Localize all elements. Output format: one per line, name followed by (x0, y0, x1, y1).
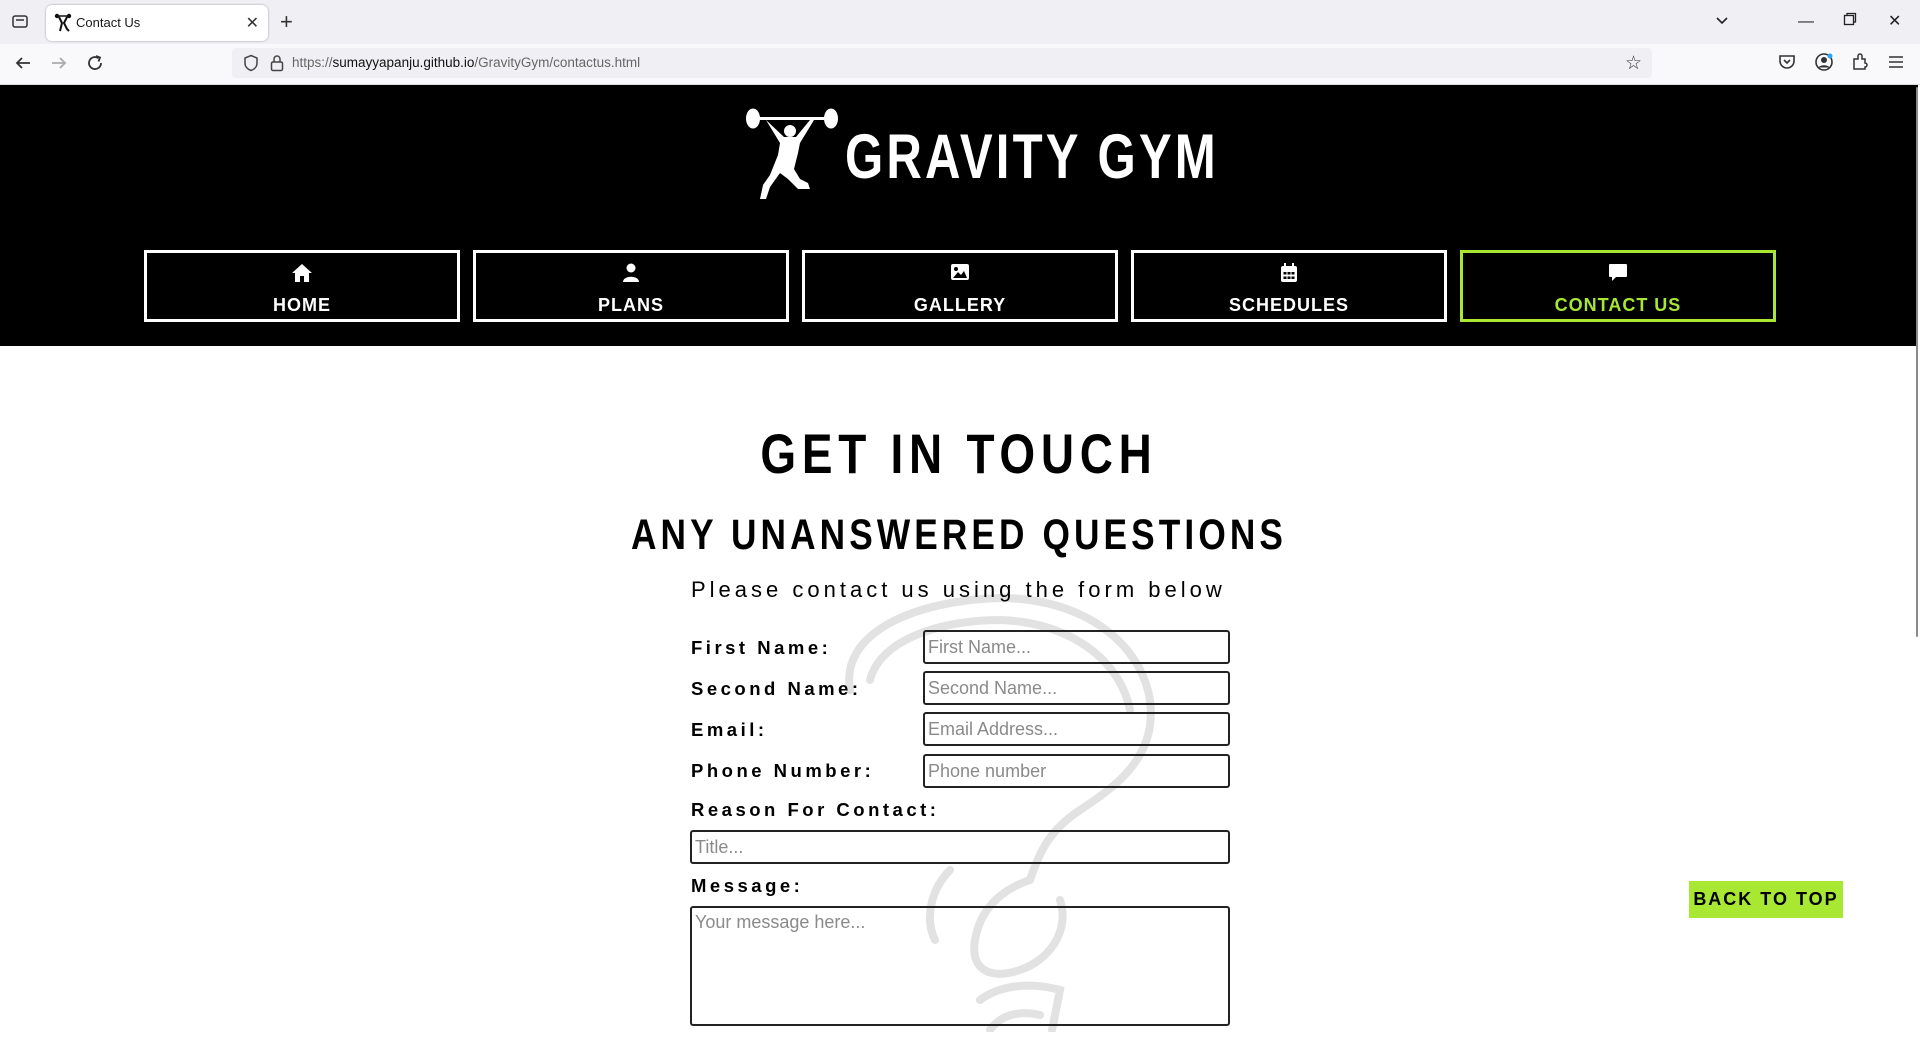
first-name-field[interactable] (923, 630, 1230, 664)
lock-icon[interactable] (270, 54, 284, 72)
message-label: Message: (691, 875, 804, 896)
reason-title-field[interactable] (690, 830, 1230, 864)
minimize-icon[interactable]: — (1798, 12, 1814, 32)
app-menu-icon[interactable] (1886, 52, 1908, 74)
email-label: Email: (691, 719, 768, 740)
tab-list-icon[interactable] (10, 12, 30, 32)
message-textarea[interactable] (690, 906, 1230, 1026)
nav-home[interactable]: HOME (144, 250, 460, 322)
page-title: GET IN TOUCH (760, 422, 1158, 485)
restore-icon[interactable] (1843, 12, 1857, 32)
extensions-icon[interactable] (1850, 52, 1872, 74)
nav-gallery-label: GALLERY (913, 295, 1007, 315)
bookmark-star-icon[interactable]: ☆ (1625, 52, 1642, 75)
new-tab-icon[interactable]: + (280, 9, 293, 35)
nav-schedules[interactable]: SCHEDULES (1131, 250, 1447, 322)
pocket-icon[interactable] (1777, 52, 1799, 74)
nav-plans-label: PLANS (597, 295, 664, 315)
image-icon (805, 263, 1115, 283)
nav-home-label: HOME (273, 295, 331, 315)
comment-icon (1463, 263, 1773, 283)
nav-contact-us-label: CONTACT US (1554, 295, 1682, 315)
list-all-tabs-icon[interactable] (1714, 12, 1730, 34)
reload-icon[interactable] (86, 54, 104, 76)
page-subtitle: ANY UNANSWERED QUESTIONS (630, 511, 1288, 559)
browser-tab-bar: Contact Us ✕ + — ✕ (0, 0, 1920, 44)
nav-schedules-label: SCHEDULES (1228, 295, 1349, 315)
second-name-field[interactable] (923, 671, 1230, 705)
weightlifter-logo-icon[interactable] (744, 103, 840, 203)
nav-plans[interactable]: PLANS (473, 250, 789, 322)
site-logo-text[interactable]: GRAVITY GYM (845, 121, 1219, 193)
phone-number-label: Phone Number: (691, 760, 875, 781)
first-name-label: First Name: (691, 637, 832, 658)
user-icon (476, 263, 786, 283)
email-field[interactable] (923, 712, 1230, 746)
back-to-top-button[interactable]: BACK TO TOP (1689, 881, 1843, 918)
tracking-protection-icon[interactable] (242, 54, 260, 72)
intro-text: Please contact us using the form below (691, 577, 1226, 602)
browser-tab[interactable]: Contact Us ✕ (46, 5, 268, 41)
close-tab-icon[interactable]: ✕ (246, 13, 259, 33)
nav-gallery[interactable]: GALLERY (802, 250, 1118, 322)
phone-number-field[interactable] (923, 754, 1230, 788)
forward-icon[interactable] (50, 54, 68, 76)
tab-title: Contact Us (76, 15, 141, 30)
url-bar[interactable]: https://sumayyapanju.github.io/GravityGy… (232, 48, 1652, 78)
second-name-label: Second Name: (691, 678, 862, 699)
home-icon (147, 263, 457, 283)
url-text: https://sumayyapanju.github.io/GravityGy… (292, 55, 641, 70)
weightlifter-favicon-icon (54, 13, 72, 33)
close-window-icon[interactable]: ✕ (1888, 12, 1901, 32)
page-scrollbar[interactable] (1914, 85, 1920, 1032)
account-icon[interactable] (1814, 52, 1836, 74)
scrollbar-thumb[interactable] (1916, 87, 1918, 637)
reason-for-contact-label: Reason For Contact: (691, 799, 940, 820)
calendar-icon (1134, 263, 1444, 283)
page-content: GRAVITY GYM HOME PLANS GALLERY SCHEDULES… (0, 85, 1920, 1034)
site-header: GRAVITY GYM HOME PLANS GALLERY SCHEDULES… (0, 85, 1918, 346)
back-icon[interactable] (14, 54, 32, 76)
browser-nav-bar: https://sumayyapanju.github.io/GravityGy… (0, 44, 1920, 85)
nav-contact-us[interactable]: CONTACT US (1460, 250, 1776, 322)
